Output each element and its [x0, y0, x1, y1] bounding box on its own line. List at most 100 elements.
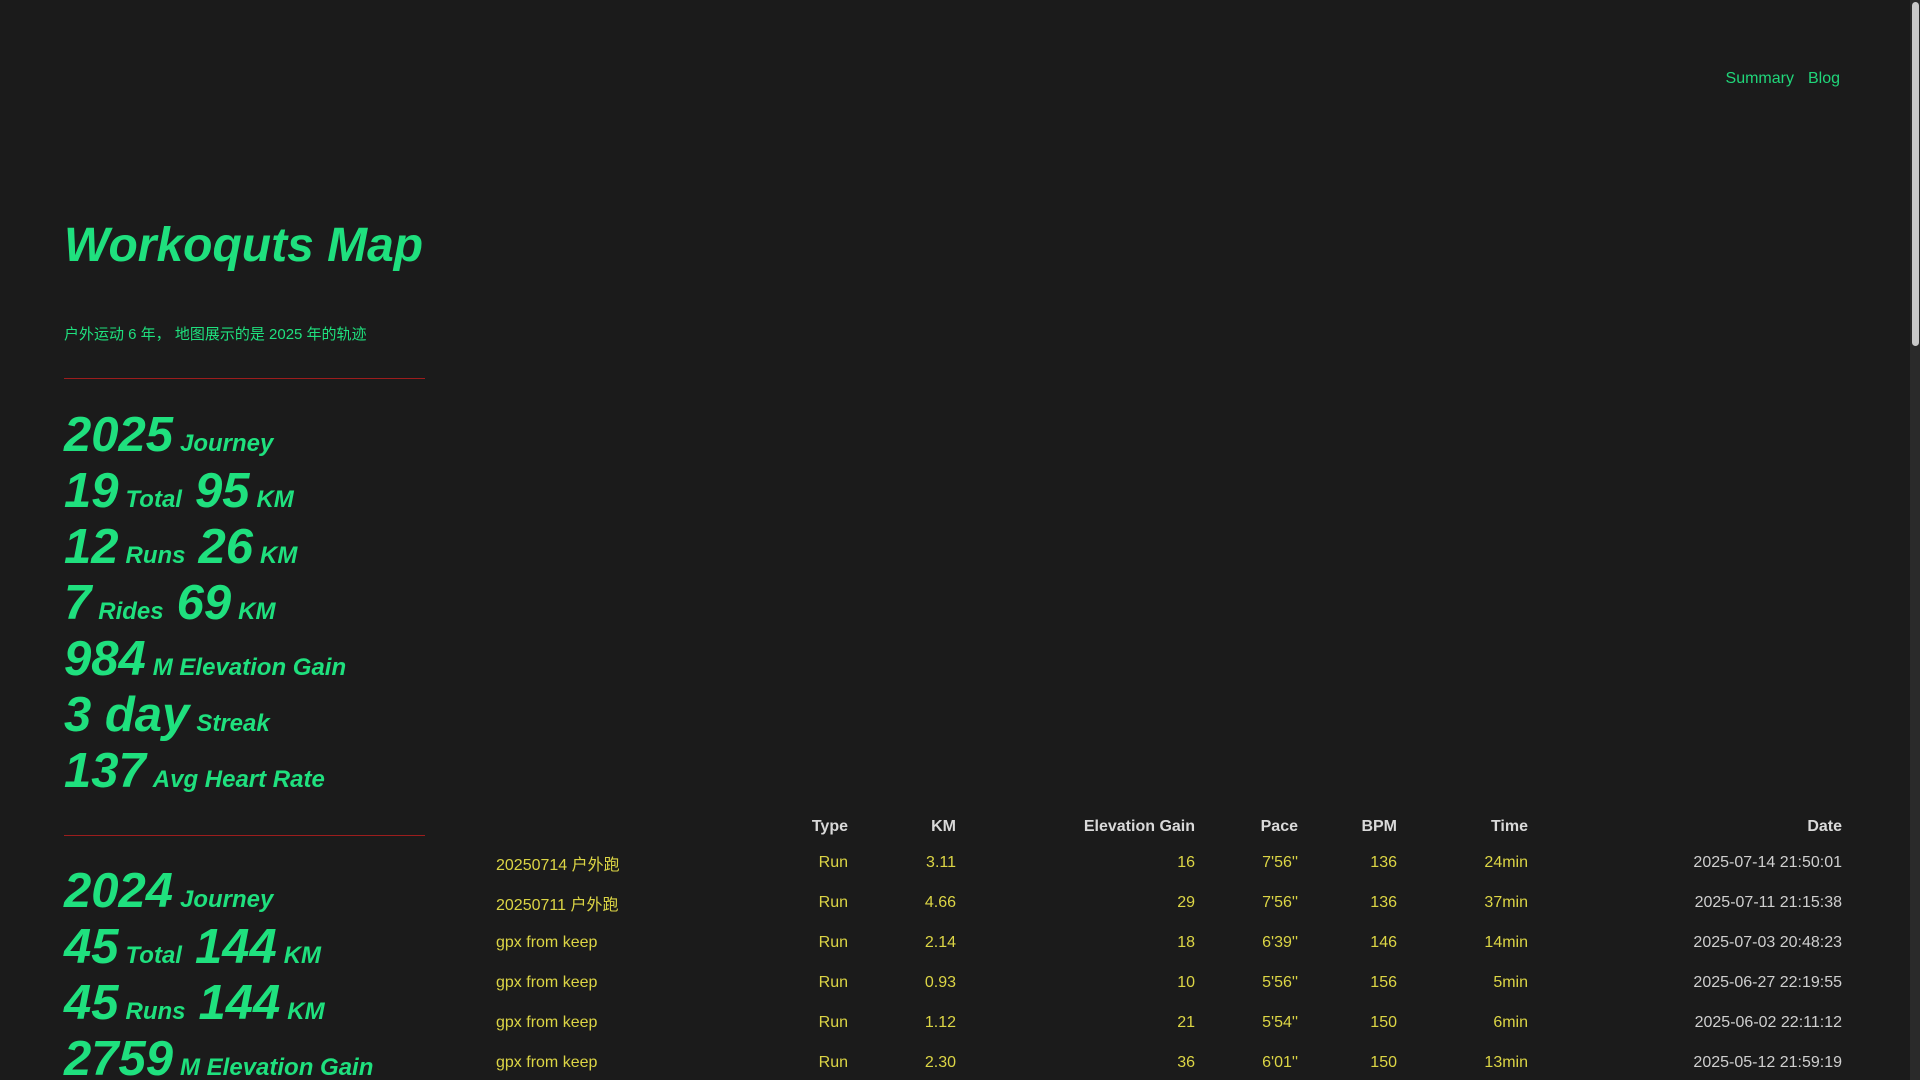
header-name — [488, 811, 668, 843]
stat-value: 144 — [198, 976, 281, 1030]
cell-type: Run — [818, 934, 848, 951]
stat-label: KM — [287, 998, 325, 1025]
stat-label: Avg Heart Rate — [152, 766, 325, 793]
cell-name: 20250714 户外跑 — [496, 857, 620, 874]
stat-label: Runs — [125, 542, 186, 569]
scrollbar-thumb[interactable] — [1912, 2, 1919, 346]
stat-value: 984 — [64, 632, 146, 686]
stat-row: 2759 M Elevation Gain — [64, 1031, 484, 1080]
stat-label: M Elevation Gain — [180, 1054, 374, 1080]
stat-label: Journey — [180, 430, 274, 457]
stat-value: 7 — [64, 576, 92, 630]
table-row[interactable]: gpx from keep Run 0.93 10 5'56'' 156 5min 2025-… — [488, 963, 1842, 1003]
stat-row: 3 day Streak — [64, 687, 484, 743]
stat-row: 7 Rides 69 KM — [64, 575, 484, 631]
stat-value: 2024 — [64, 864, 174, 918]
header-pace: Pace — [1260, 818, 1298, 835]
cell-time: 13min — [1484, 1054, 1528, 1071]
stat-row: 2024 Journey — [64, 863, 484, 919]
stat-row: 2025 Journey — [64, 407, 484, 463]
cell-elevation-gain: 21 — [1177, 1014, 1195, 1031]
cell-bpm: 136 — [1370, 894, 1397, 911]
stat-label: KM — [256, 486, 294, 513]
cell-name: gpx from keep — [496, 974, 598, 991]
stat-value: 3 day — [64, 688, 190, 742]
stat-label: Total — [125, 942, 182, 969]
header-bpm: BPM — [1361, 818, 1397, 835]
cell-time: 5min — [1493, 974, 1528, 991]
header-elevation-gain: Elevation Gain — [1083, 818, 1195, 835]
cell-time: 14min — [1484, 934, 1528, 951]
cell-time: 37min — [1484, 894, 1528, 911]
top-nav: Summary Blog — [1726, 70, 1840, 88]
stat-value: 12 — [64, 520, 119, 574]
nav-summary-link[interactable]: Summary — [1726, 70, 1794, 88]
table-row[interactable]: gpx from keep Run 1.12 21 5'54'' 150 6min 2025-… — [488, 1003, 1842, 1043]
stat-value: 95 — [194, 464, 250, 518]
stat-label: KM — [260, 542, 298, 569]
header-km: KM — [931, 818, 956, 835]
table-row[interactable]: 20250711 户外跑 Run 4.66 29 7'56'' 136 37min 2025-… — [488, 883, 1842, 923]
header-date: Date — [1807, 818, 1842, 835]
stat-label: Journey — [180, 886, 274, 913]
stat-value: 2025 — [64, 408, 174, 462]
stat-label: M Elevation Gain — [152, 654, 347, 681]
cell-type: Run — [818, 1054, 848, 1071]
cell-type: Run — [818, 1014, 848, 1031]
cell-pace: 5'56'' — [1262, 974, 1298, 991]
year-stats-2024[interactable]: 2024 Journey 45 Total 144 KM 45 Runs 144 KM 2759 M … — [64, 863, 484, 1080]
vertical-scrollbar[interactable] — [1910, 0, 1920, 1080]
header-time: Time — [1490, 818, 1528, 835]
header-type: Type — [811, 818, 848, 835]
cell-pace: 5'54'' — [1262, 1014, 1298, 1031]
divider — [64, 835, 425, 836]
cell-name: 20250711 户外跑 — [496, 897, 619, 914]
stat-row: 19 Total 95 KM — [64, 463, 484, 519]
cell-elevation-gain: 36 — [1177, 1054, 1195, 1071]
cell-elevation-gain: 16 — [1177, 854, 1195, 871]
cell-bpm: 146 — [1370, 934, 1397, 951]
cell-name: gpx from keep — [496, 934, 598, 951]
table-row[interactable]: gpx from keep Run 2.30 36 6'01'' 150 13min 2025… — [488, 1043, 1842, 1080]
runs-table: Type KM Elevation Gain Pace BPM Time Dat… — [488, 811, 1842, 1080]
cell-time: 6min — [1493, 1014, 1528, 1031]
cell-km: 1.12 — [924, 1014, 956, 1031]
cell-date: 2025-07-03 20:48:23 — [1693, 934, 1842, 951]
stat-label: KM — [283, 942, 322, 969]
cell-date: 2025-06-02 22:11:12 — [1694, 1014, 1842, 1031]
nav-blog-link[interactable]: Blog — [1808, 70, 1840, 88]
stat-row: 12 Runs 26 KM — [64, 519, 484, 575]
cell-type: Run — [818, 974, 848, 991]
cell-elevation-gain: 18 — [1177, 934, 1195, 951]
stat-label: Rides — [98, 598, 164, 625]
cell-name: gpx from keep — [496, 1054, 598, 1071]
stat-label: Total — [125, 486, 182, 513]
cell-bpm: 156 — [1370, 974, 1397, 991]
cell-bpm: 136 — [1370, 854, 1397, 871]
cell-type: Run — [818, 854, 848, 871]
stat-row: 45 Total 144 KM — [64, 919, 484, 975]
cell-date: 2025-06-27 22:19:55 — [1693, 974, 1842, 991]
cell-pace: 6'01'' — [1262, 1054, 1298, 1071]
cell-km: 2.30 — [924, 1054, 956, 1071]
cell-km: 4.66 — [924, 894, 956, 911]
stat-label: Streak — [196, 710, 270, 737]
stat-row: 984 M Elevation Gain — [64, 631, 484, 687]
cell-type: Run — [818, 894, 848, 911]
cell-date: 2025-07-14 21:50:01 — [1693, 854, 1842, 871]
cell-pace: 7'56'' — [1262, 854, 1298, 871]
stat-row: 45 Runs 144 KM — [64, 975, 484, 1031]
table-row[interactable]: gpx from keep Run 2.14 18 6'39'' 146 14min 2025… — [488, 923, 1842, 963]
stat-value: 45 — [64, 976, 119, 1030]
stat-row: 137 Avg Heart Rate — [64, 743, 484, 799]
cell-pace: 6'39'' — [1262, 934, 1298, 951]
cell-date: 2025-05-12 21:59:19 — [1693, 1054, 1842, 1071]
cell-name: gpx from keep — [496, 1014, 598, 1031]
cell-km: 3.11 — [926, 854, 956, 871]
stat-label: KM — [238, 598, 276, 625]
table-row[interactable]: 20250714 户外跑 Run 3.11 16 7'56'' 136 24min 2025-… — [488, 843, 1842, 883]
cell-time: 24min — [1484, 854, 1528, 871]
year-stats-2025[interactable]: 2025 Journey 19 Total 95 KM 12 Runs 26 KM 7 Rides 69… — [64, 407, 484, 799]
stat-value: 26 — [198, 520, 254, 574]
stat-label: Runs — [125, 998, 186, 1025]
